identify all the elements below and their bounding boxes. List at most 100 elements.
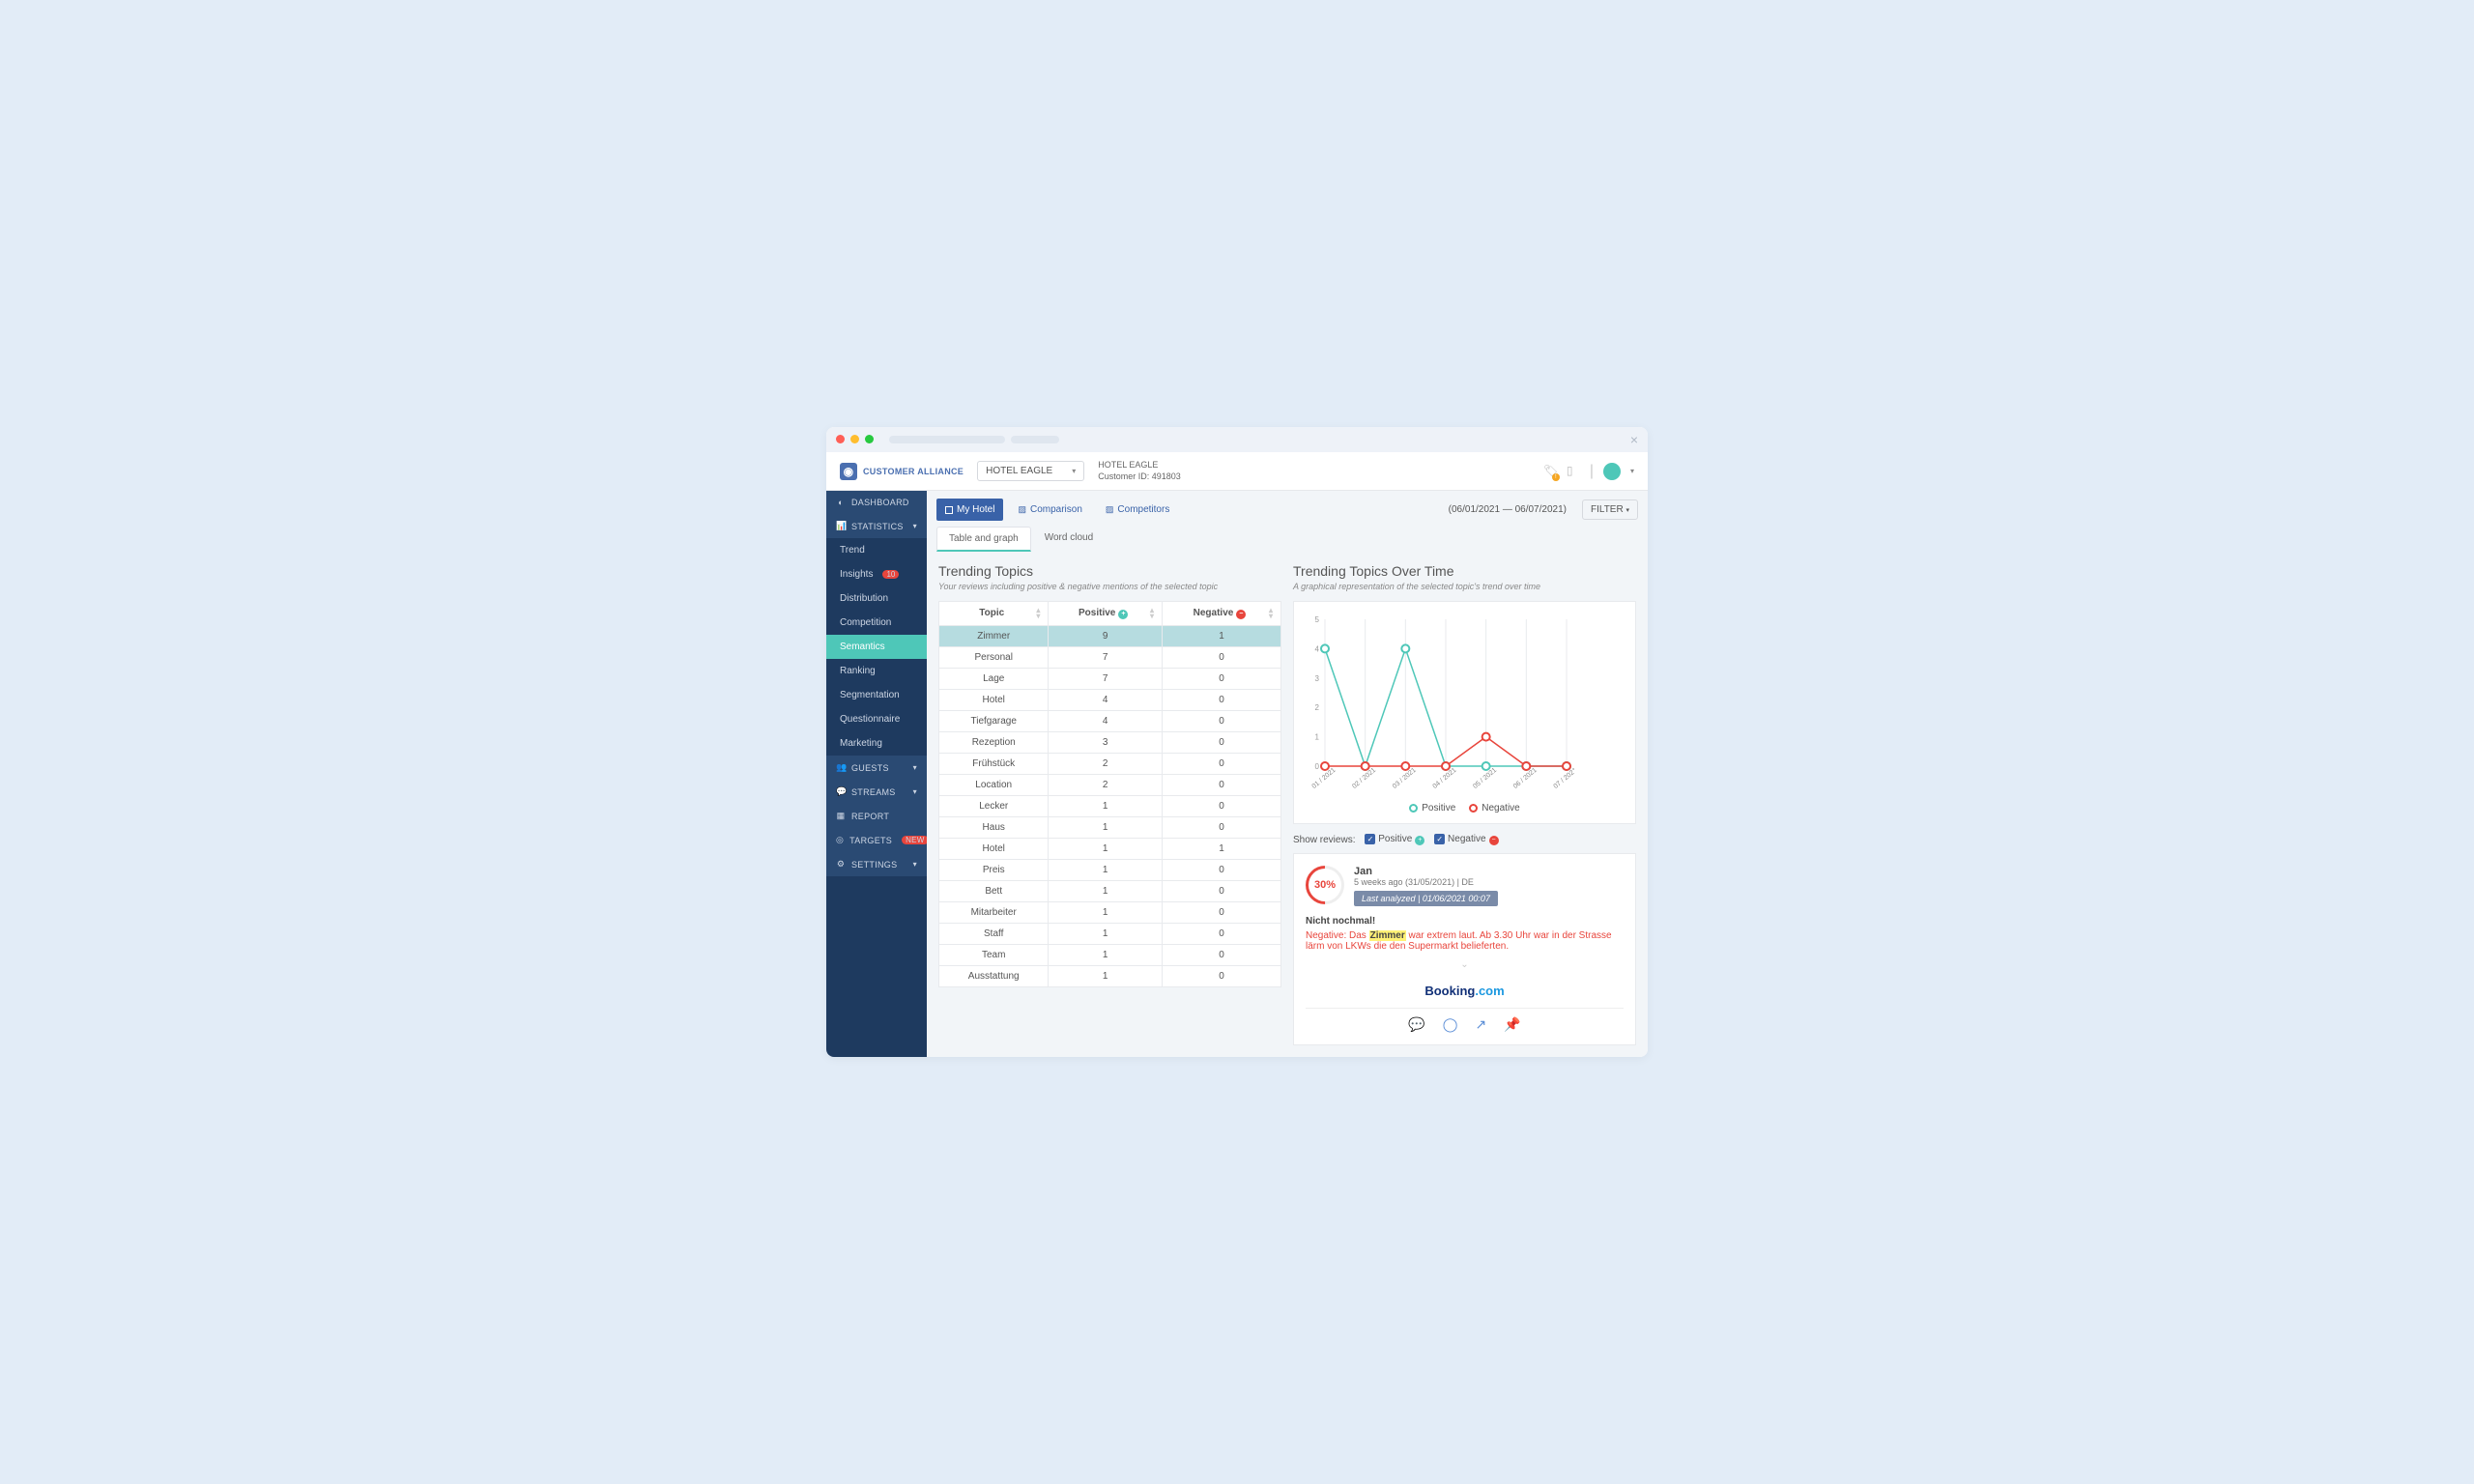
table-row[interactable]: Bett10 — [939, 881, 1281, 902]
sidebar-item-ranking[interactable]: Ranking — [826, 659, 927, 683]
review-date: 5 weeks ago (31/05/2021) | DE — [1354, 877, 1498, 887]
checkbox-negative[interactable]: ✓ — [1434, 834, 1445, 844]
minus-icon: − — [1489, 836, 1499, 845]
date-range[interactable]: (06/01/2021 — 06/07/2021) — [1449, 504, 1567, 515]
col-topic[interactable]: Topic▴▾ — [939, 602, 1049, 626]
topics-table: Topic▴▾ Positive+▴▾ Negative−▴▾ Zimmer91… — [938, 601, 1281, 987]
svg-text:5: 5 — [1315, 615, 1320, 624]
comment-icon[interactable]: ◯ — [1443, 1016, 1458, 1033]
minus-icon: − — [1236, 610, 1246, 619]
brand-text: CUSTOMER ALLIANCE — [863, 467, 964, 476]
table-row[interactable]: Zimmer91 — [939, 626, 1281, 647]
sidebar-statistics[interactable]: 📊 STATISTICS — [826, 514, 927, 538]
table-row[interactable]: Location20 — [939, 775, 1281, 796]
sub-tabs: Table and graph Word cloud — [927, 521, 1648, 552]
tab-competitors[interactable]: Competitors — [1097, 499, 1178, 521]
sidebar-settings[interactable]: ⚙SETTINGS — [826, 852, 927, 876]
plus-icon: + — [1415, 836, 1424, 845]
show-reviews-label: Show reviews: — [1293, 835, 1355, 845]
tab-my-hotel[interactable]: My Hotel — [936, 499, 1003, 521]
hatch-icon — [1018, 504, 1026, 515]
sidebar-item-segmentation[interactable]: Segmentation — [826, 683, 927, 707]
table-row[interactable]: Hotel40 — [939, 690, 1281, 711]
zoom-dot[interactable] — [865, 435, 874, 443]
sidebar-label: DASHBOARD — [851, 498, 909, 507]
browser-chrome: × — [826, 427, 1648, 452]
chevron-down-icon[interactable]: ▾ — [1630, 467, 1634, 475]
sidebar-label: GUESTS — [851, 763, 889, 773]
svg-text:2: 2 — [1315, 703, 1320, 712]
avatar[interactable] — [1603, 463, 1621, 480]
sidebar-item-questionnaire[interactable]: Questionnaire — [826, 707, 927, 731]
traffic-lights — [836, 435, 874, 443]
sidebar-streams[interactable]: 💬STREAMS — [826, 780, 927, 804]
insights-badge: 10 — [882, 570, 899, 579]
hotel-selector[interactable]: HOTEL EAGLE — [977, 461, 1084, 481]
sidebar-guests[interactable]: 👥 GUESTS — [826, 756, 927, 780]
brand-logo-icon: ◉ — [840, 463, 857, 480]
minimize-dot[interactable] — [850, 435, 859, 443]
panel-title: Trending Topics — [938, 563, 1281, 579]
targets-icon: ◎ — [836, 835, 844, 845]
sidebar-label: REPORT — [851, 812, 889, 821]
customer-id: Customer ID: 491803 — [1098, 471, 1181, 483]
highlight-word: Zimmer — [1369, 930, 1406, 941]
stats-icon: 📊 — [836, 521, 846, 531]
settings-icon: ⚙ — [836, 859, 846, 870]
table-row[interactable]: Lage70 — [939, 669, 1281, 690]
close-dot[interactable] — [836, 435, 845, 443]
table-row[interactable]: Frühstück20 — [939, 754, 1281, 775]
badge-icon[interactable]: 🏷! — [1543, 464, 1557, 479]
table-row[interactable]: Tiefgarage40 — [939, 711, 1281, 732]
sidebar-item-trend[interactable]: Trend — [826, 538, 927, 562]
subtab-table-graph[interactable]: Table and graph — [936, 527, 1031, 552]
table-row[interactable]: Mitarbeiter10 — [939, 902, 1281, 924]
table-row[interactable]: Haus10 — [939, 817, 1281, 839]
sidebar-item-insights[interactable]: Insights10 — [826, 562, 927, 586]
hotel-selector-value: HOTEL EAGLE — [986, 466, 1052, 476]
guests-icon: 👥 — [836, 762, 846, 773]
sidebar-item-distribution[interactable]: Distribution — [826, 586, 927, 611]
plus-icon: + — [1118, 610, 1128, 619]
sidebar-dashboard[interactable]: ◐DASHBOARD — [826, 491, 927, 514]
phone-icon[interactable]: ▯ — [1567, 464, 1580, 479]
sidebar-report[interactable]: ▦REPORT — [826, 804, 927, 828]
table-row[interactable]: Staff10 — [939, 924, 1281, 945]
svg-text:1: 1 — [1315, 733, 1320, 742]
reply-icon[interactable]: 💬 — [1408, 1016, 1424, 1033]
share-icon[interactable]: ↗ — [1475, 1016, 1486, 1033]
pin-icon[interactable]: 📌 — [1504, 1016, 1520, 1033]
table-row[interactable]: Ausstattung10 — [939, 966, 1281, 987]
table-row[interactable]: Lecker10 — [939, 796, 1281, 817]
svg-text:0: 0 — [1315, 762, 1320, 771]
new-badge: new — [902, 836, 929, 844]
col-positive[interactable]: Positive+▴▾ — [1049, 602, 1163, 626]
review-filters: Show reviews: ✓ Positive+ ✓ Negative− — [1293, 834, 1636, 845]
view-tabs: My Hotel Comparison Competitors (06/01/2… — [927, 491, 1648, 521]
svg-text:3: 3 — [1315, 674, 1320, 683]
chart-legend: Positive Negative — [1304, 803, 1625, 813]
streams-icon: 💬 — [836, 786, 846, 797]
sidebar-label: STATISTICS — [851, 522, 904, 531]
tab-comparison[interactable]: Comparison — [1009, 499, 1090, 521]
table-row[interactable]: Rezeption30 — [939, 732, 1281, 754]
subtab-wordcloud[interactable]: Word cloud — [1033, 527, 1105, 552]
panel-subtitle: Your reviews including positive & negati… — [938, 582, 1281, 591]
sidebar-item-marketing[interactable]: Marketing — [826, 731, 927, 756]
table-row[interactable]: Personal70 — [939, 647, 1281, 669]
review-actions: 💬 ◯ ↗ 📌 — [1306, 1008, 1624, 1033]
expand-icon[interactable]: ⌄ — [1306, 959, 1624, 970]
sidebar-item-semantics[interactable]: Semantics — [826, 635, 927, 659]
filter-button[interactable]: FILTER ▾ — [1582, 499, 1638, 520]
col-negative[interactable]: Negative−▴▾ — [1163, 602, 1281, 626]
table-row[interactable]: Team10 — [939, 945, 1281, 966]
sidebar-targets[interactable]: ◎TARGETSnew — [826, 828, 927, 852]
close-icon[interactable]: × — [1630, 432, 1638, 447]
sidebar-item-competition[interactable]: Competition — [826, 611, 927, 635]
table-row[interactable]: Hotel11 — [939, 839, 1281, 860]
browser-window: × ◉ CUSTOMER ALLIANCE HOTEL EAGLE HOTEL … — [826, 427, 1648, 1057]
panel-subtitle: A graphical representation of the select… — [1293, 582, 1636, 591]
svg-text:4: 4 — [1315, 645, 1320, 654]
checkbox-positive[interactable]: ✓ — [1365, 834, 1375, 844]
table-row[interactable]: Preis10 — [939, 860, 1281, 881]
